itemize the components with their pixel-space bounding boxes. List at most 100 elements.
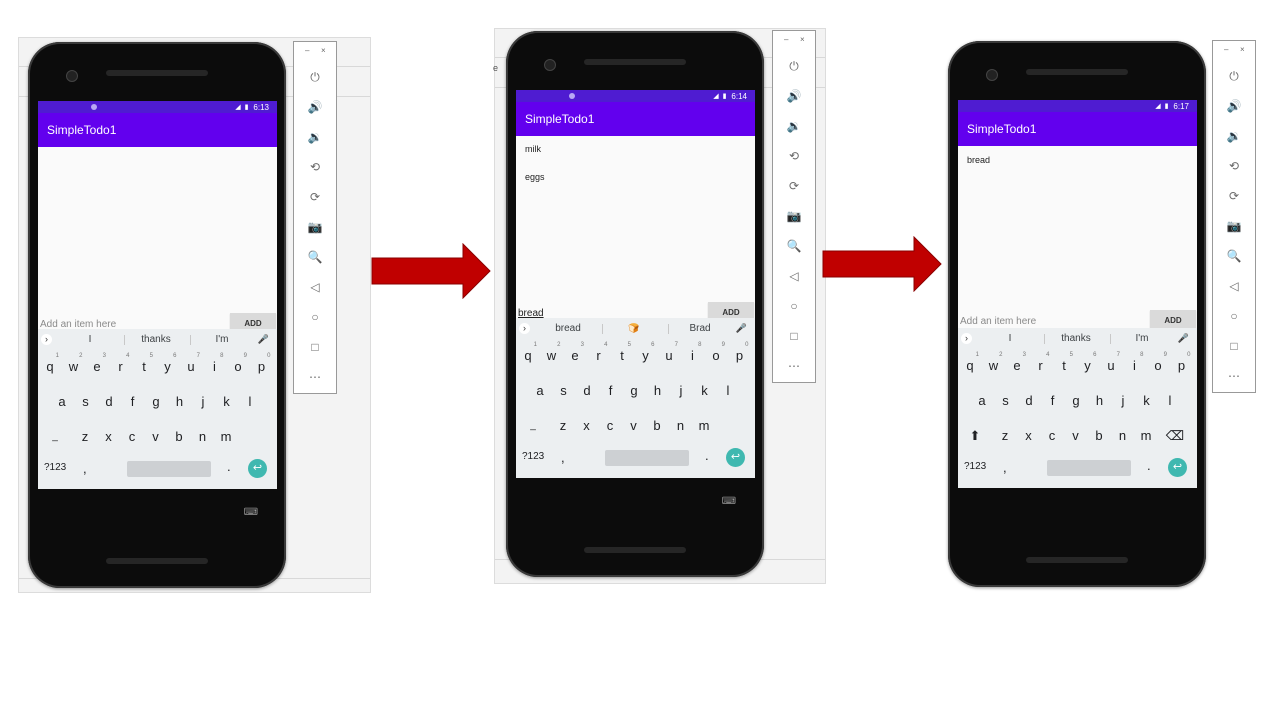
key-e[interactable]: e3 [565,342,585,363]
key-t[interactable]: t5 [1054,352,1074,373]
key-a[interactable]: a [52,394,72,409]
home-icon[interactable]: ○ [294,310,336,324]
power-icon[interactable]: ⏻ [1213,69,1255,84]
key-b[interactable]: b [169,429,189,444]
key-j[interactable]: j [671,383,691,398]
shift-key-icon[interactable]: ⬆ [965,428,985,444]
close-icon[interactable]: × [1240,45,1245,54]
key-m[interactable]: m [694,418,714,433]
key-u[interactable]: u7 [659,342,679,363]
key-h[interactable]: h [170,394,190,409]
key-a[interactable]: a [530,383,550,398]
underscore-key[interactable]: _ [523,420,543,431]
key-p[interactable]: p0 [1172,352,1192,373]
key-k[interactable]: k [695,383,715,398]
key-x[interactable]: x [1019,428,1039,443]
key-d[interactable]: d [99,394,119,409]
key-s[interactable]: s [554,383,574,398]
key-y[interactable]: y6 [158,353,178,374]
key-g[interactable]: g [624,383,644,398]
more-icon[interactable]: ⋯ [294,370,336,384]
key-z[interactable]: z [995,428,1015,443]
more-icon[interactable]: ⋯ [773,359,815,373]
key-w[interactable]: w2 [984,352,1004,373]
underscore-key[interactable]: _ [45,431,65,442]
key-n[interactable]: n [193,429,213,444]
key-v[interactable]: v [146,429,166,444]
key-s[interactable]: s [76,394,96,409]
key-p[interactable]: p0 [730,342,750,363]
home-icon[interactable]: ○ [773,299,815,313]
comma-key[interactable]: , [1003,460,1007,475]
key-r[interactable]: r4 [589,342,609,363]
space-key[interactable] [127,461,211,477]
volume-down-icon[interactable]: 🔉 [1213,129,1255,143]
list-item[interactable]: milk [525,144,541,154]
camera-icon[interactable]: 📷 [1213,219,1255,233]
list-item[interactable]: eggs [525,172,545,182]
key-o[interactable]: o9 [1148,352,1168,373]
suggestion-2[interactable]: thanks [126,334,186,345]
key-t[interactable]: t5 [612,342,632,363]
key-u[interactable]: u7 [181,353,201,374]
minimize-icon[interactable]: – [305,46,309,55]
period-key[interactable]: . [227,459,231,474]
key-n[interactable]: n [671,418,691,433]
key-x[interactable]: x [99,429,119,444]
key-j[interactable]: j [1113,393,1133,408]
key-z[interactable]: z [553,418,573,433]
rotate-right-icon[interactable]: ⟳ [294,190,336,204]
key-l[interactable]: l [718,383,738,398]
key-b[interactable]: b [647,418,667,433]
rotate-left-icon[interactable]: ⟲ [294,160,336,174]
microphone-icon[interactable]: 🎤 [736,323,747,334]
key-u[interactable]: u7 [1101,352,1121,373]
space-key[interactable] [605,450,689,466]
comma-key[interactable]: , [83,461,87,476]
overview-icon[interactable]: □ [294,340,336,354]
key-i[interactable]: i8 [1125,352,1145,373]
key-m[interactable]: m [216,429,236,444]
chevron-right-icon[interactable]: › [519,323,530,334]
key-f[interactable]: f [123,394,143,409]
close-icon[interactable]: × [321,46,326,55]
period-key[interactable]: . [705,448,709,463]
enter-key-icon[interactable]: ↩ [1168,458,1187,477]
volume-up-icon[interactable]: 🔊 [1213,99,1255,113]
symbols-key[interactable]: ?123 [44,462,66,473]
key-a[interactable]: a [972,393,992,408]
period-key[interactable]: . [1147,458,1151,473]
list-item[interactable]: bread [967,155,990,165]
key-i[interactable]: i8 [683,342,703,363]
key-b[interactable]: b [1089,428,1109,443]
suggestion-1[interactable]: I [980,333,1040,344]
zoom-icon[interactable]: 🔍 [773,239,815,253]
back-icon[interactable]: ◁ [1213,279,1255,293]
home-icon[interactable]: ○ [1213,309,1255,323]
key-x[interactable]: x [577,418,597,433]
close-icon[interactable]: × [800,35,805,44]
minimize-icon[interactable]: – [784,35,788,44]
key-c[interactable]: c [1042,428,1062,443]
key-y[interactable]: y6 [1078,352,1098,373]
enter-key-icon[interactable]: ↩ [726,448,745,467]
volume-up-icon[interactable]: 🔊 [294,100,336,114]
symbols-key[interactable]: ?123 [964,461,986,472]
power-icon[interactable]: ⏻ [773,59,815,74]
symbols-key[interactable]: ?123 [522,451,544,462]
key-l[interactable]: l [240,394,260,409]
key-i[interactable]: i8 [205,353,225,374]
microphone-icon[interactable]: 🎤 [1178,333,1189,344]
suggestion-3[interactable]: I'm [1112,333,1172,344]
key-j[interactable]: j [193,394,213,409]
key-r[interactable]: r4 [111,353,131,374]
rotate-left-icon[interactable]: ⟲ [1213,159,1255,173]
key-w[interactable]: w2 [64,353,84,374]
volume-up-icon[interactable]: 🔊 [773,89,815,103]
key-q[interactable]: q1 [40,353,60,374]
key-k[interactable]: k [1137,393,1157,408]
volume-down-icon[interactable]: 🔉 [294,130,336,144]
key-r[interactable]: r4 [1031,352,1051,373]
key-o[interactable]: o9 [228,353,248,374]
key-y[interactable]: y6 [636,342,656,363]
